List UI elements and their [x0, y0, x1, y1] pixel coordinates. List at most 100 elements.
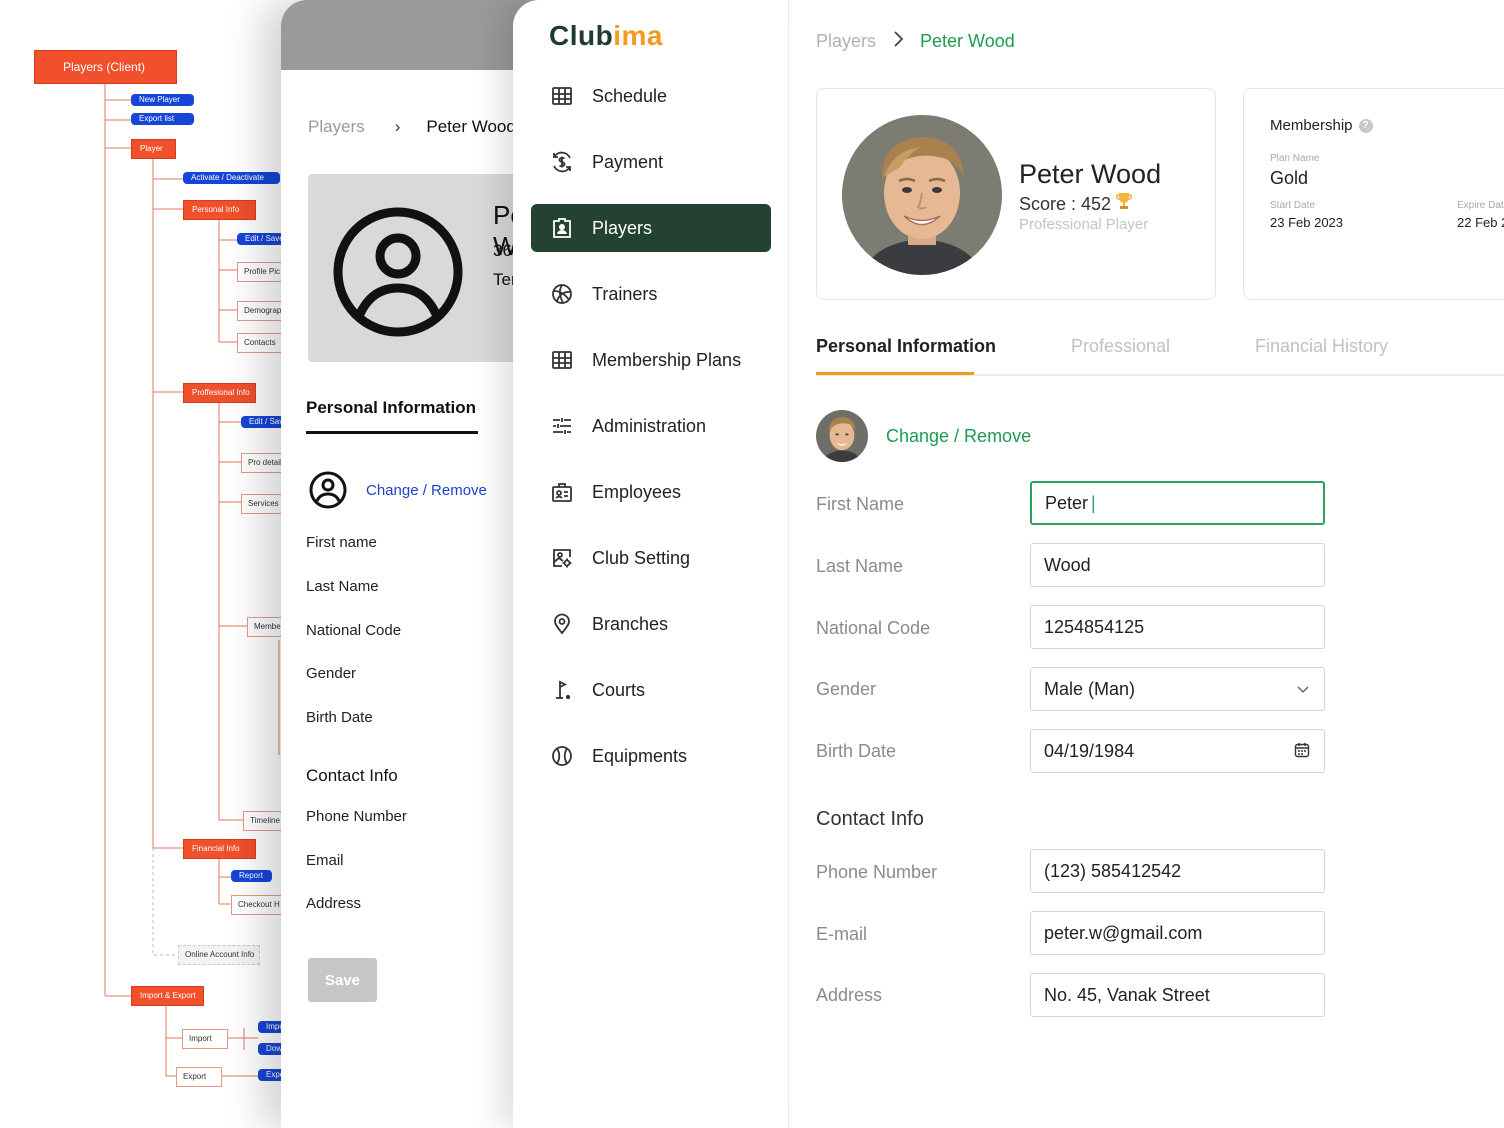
contact-info-title: Contact Info [816, 808, 924, 830]
payment-icon [549, 149, 575, 175]
wireframe-topbar [281, 0, 541, 70]
sidebar-item-label: Branches [592, 613, 669, 634]
sitemap-node-import-export: Import & Export [131, 986, 204, 1006]
sitemap-node-edit-save-2: Edit / Save [241, 416, 285, 428]
wireframe-label-phone: Phone Number [306, 808, 407, 825]
membership-card: Membership? Plan Name Gold Start Date 23… [1243, 88, 1504, 300]
trophy-icon [1116, 193, 1132, 214]
tab-financial-history[interactable]: Financial History [1255, 336, 1388, 357]
first-name-label: First Name [816, 494, 905, 514]
sidebar-item-label: Equipments [592, 745, 688, 766]
user-avatar-small-icon [309, 471, 347, 509]
sitemap-node-player: Player [131, 139, 176, 159]
address-field[interactable]: No. 45, Vanak Street [1030, 973, 1325, 1017]
phone-number-field[interactable]: (123) 585412542 [1030, 849, 1325, 893]
plan-name-value: Gold [1270, 168, 1309, 188]
wireframe-label-first-name: First name [306, 534, 377, 551]
sitemap-node-membership: Membership [247, 617, 285, 637]
phone-number-label: Phone Number [816, 862, 938, 882]
sitemap-node-personal-info: Personal Info [183, 200, 256, 220]
last-name-field[interactable]: Wood [1030, 543, 1325, 587]
profile-card: Peter Wood Score : 452 Professional Play… [816, 88, 1216, 300]
sitemap-node-professional-info: Proffesional Info [183, 383, 256, 403]
user-avatar-icon [333, 207, 463, 337]
sidebar-item-branches[interactable]: Branches [531, 600, 771, 648]
chevron-right-icon: › [394, 117, 401, 136]
start-date-label: Start Date [1270, 200, 1316, 211]
sidebar-item-administration[interactable]: Administration [531, 402, 771, 450]
sidebar-item-label: Administration [592, 415, 707, 436]
wireframe-breadcrumb-parent[interactable]: Players [308, 117, 365, 136]
profile-photo-thumbnail [816, 410, 868, 462]
main-content: Players Peter Wood Peter Wood Score: 45… [790, 0, 1504, 1128]
sidebar-item-employees[interactable]: Employees [531, 468, 771, 516]
wireframe-tab-underline [306, 431, 478, 434]
baseball-icon [549, 743, 575, 769]
birth-date-label: Birth Date [816, 741, 897, 761]
breadcrumb: Players Peter Wood [816, 30, 1015, 53]
wireframe-label-address: Address [306, 895, 362, 912]
ball-icon [549, 281, 575, 307]
wireframe-change-remove-link[interactable]: Change / Remove [366, 482, 487, 499]
sitemap-node-new-player: New Player [131, 94, 194, 106]
sidebar-item-label: Trainers [592, 283, 658, 304]
sitemap-node-activate: Activate / Deactivate [183, 172, 280, 184]
golf-flag-icon [549, 677, 575, 703]
sitemap-node-edit-save: Edit / Save [237, 233, 287, 245]
expire-date-value: 22 Feb 2024 [1457, 215, 1504, 230]
breadcrumb-current: Peter Wood [920, 31, 1015, 51]
tab-professional[interactable]: Professional [1071, 336, 1170, 357]
sidebar-item-schedule[interactable]: Schedule [531, 72, 771, 120]
chevron-down-icon [1296, 680, 1310, 701]
national-code-field[interactable]: 1254854125 [1030, 605, 1325, 649]
wireframe-save-button[interactable]: Save [308, 958, 377, 1002]
birth-date-field[interactable]: 04/19/1984 [1030, 729, 1325, 773]
clubima-logo[interactable]: Clubima [549, 20, 663, 52]
settings-image-icon [549, 545, 575, 571]
calendar-icon[interactable] [1294, 742, 1310, 763]
sitemap-node-services: Services & [241, 494, 285, 514]
wireframe-label-national-code: National Code [306, 622, 402, 639]
wireframe-contact-title: Contact Info [306, 766, 398, 785]
sidebar-item-label: Courts [592, 679, 646, 700]
sidebar-item-label: Payment [592, 151, 664, 172]
address-label: Address [816, 985, 883, 1005]
gender-select[interactable]: Male (Man) [1030, 667, 1325, 711]
sidebar-item-club-setting[interactable]: Club Setting [531, 534, 771, 582]
last-name-label: Last Name [816, 556, 904, 576]
sidebar-item-courts[interactable]: Courts [531, 666, 771, 714]
tab-personal-information[interactable]: Personal Information [816, 336, 996, 357]
sidebar-item-membership-plans[interactable]: Membership Plans [531, 336, 771, 384]
expire-date-label: Expire Date [1457, 200, 1504, 211]
sitemap-node-export-list: Export list [131, 113, 194, 125]
sidebar-item-trainers[interactable]: Trainers [531, 270, 771, 318]
email-field[interactable]: peter.w@gmail.com [1030, 911, 1325, 955]
sidebar-item-label: Schedule [592, 85, 668, 106]
sitemap-node-checkout: Checkout H [231, 895, 285, 915]
sidebar-item-equipments[interactable]: Equipments [531, 732, 771, 780]
sitemap-node-import: Import [182, 1029, 228, 1049]
change-remove-link[interactable]: Change / Remove [886, 426, 1031, 447]
wireframe-label-last-name: Last Name [306, 578, 379, 595]
wireframe-tab-personal[interactable]: Personal Information [306, 398, 476, 418]
sitemap-node-financial-info: Financial Info [183, 839, 256, 859]
wireframe-breadcrumb: Players › Peter Wood [308, 117, 516, 137]
player-score: Score : 452 [1019, 192, 1132, 215]
help-icon[interactable]: ? [1358, 118, 1373, 133]
email-label: E-mail [816, 924, 868, 944]
wireframe-label-gender: Gender [306, 665, 357, 682]
sidebar-item-payment[interactable]: Payment [531, 138, 771, 186]
location-pin-icon [549, 611, 575, 637]
first-name-field[interactable]: Peter | [1030, 481, 1325, 525]
profile-photo-row: Change / Remove [816, 410, 1031, 462]
sitemap-node-report: Report [231, 870, 272, 882]
start-date-value: 23 Feb 2023 [1270, 215, 1344, 230]
breadcrumb-players-link[interactable]: Players [816, 31, 876, 52]
active-tab-underline [816, 372, 974, 375]
sitemap-node-pro-details: Pro details [241, 453, 285, 473]
profile-tabs: Personal Information Professional Financ… [816, 334, 1504, 376]
sitemap-diagram: Players (Client) New Player Export list … [0, 0, 290, 1128]
membership-title: Membership? [1270, 117, 1373, 134]
sidebar-item-players[interactable]: Players [531, 204, 771, 252]
sidebar: Clubima Schedule Payment Players Trainer… [513, 0, 789, 1128]
